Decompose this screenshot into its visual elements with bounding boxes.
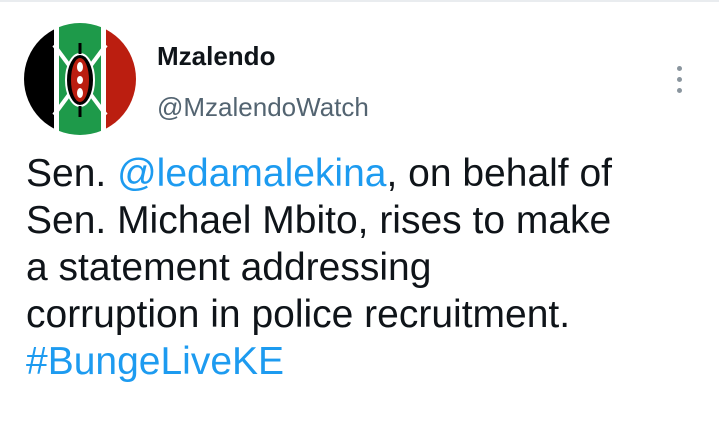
- tweet-text: Sen. @ledamalekina, on behalf of Sen. Mi…: [26, 150, 706, 385]
- avatar[interactable]: [24, 23, 136, 135]
- kenya-flag-shield-icon: [24, 23, 136, 135]
- tweet-line-5: #BungeLiveKE: [26, 338, 706, 385]
- tweet-card: Mzalendo @MzalendoWatch Sen. @ledamaleki…: [0, 0, 719, 424]
- more-vertical-icon: [677, 77, 682, 82]
- more-vertical-icon: [677, 66, 682, 71]
- tweet-line-3: a statement addressing: [26, 246, 432, 289]
- author-handle[interactable]: @MzalendoWatch: [157, 92, 369, 122]
- more-options-button[interactable]: [668, 62, 692, 98]
- tweet-text-segment: , on behalf of: [386, 152, 612, 195]
- tweet-line-1: Sen. @ledamalekina, on behalf of: [26, 150, 706, 197]
- hashtag-link[interactable]: #BungeLiveKE: [26, 340, 284, 383]
- divider: [0, 0, 719, 2]
- tweet-line-4: corruption in police recruitment.: [26, 293, 571, 336]
- mention-link[interactable]: @ledamalekina: [117, 152, 386, 195]
- more-vertical-icon: [677, 88, 682, 93]
- author-display-name[interactable]: Mzalendo: [157, 41, 275, 71]
- tweet-text-segment: Sen.: [26, 152, 118, 195]
- tweet-line-2: Sen. Michael Mbito, rises to make: [26, 199, 612, 242]
